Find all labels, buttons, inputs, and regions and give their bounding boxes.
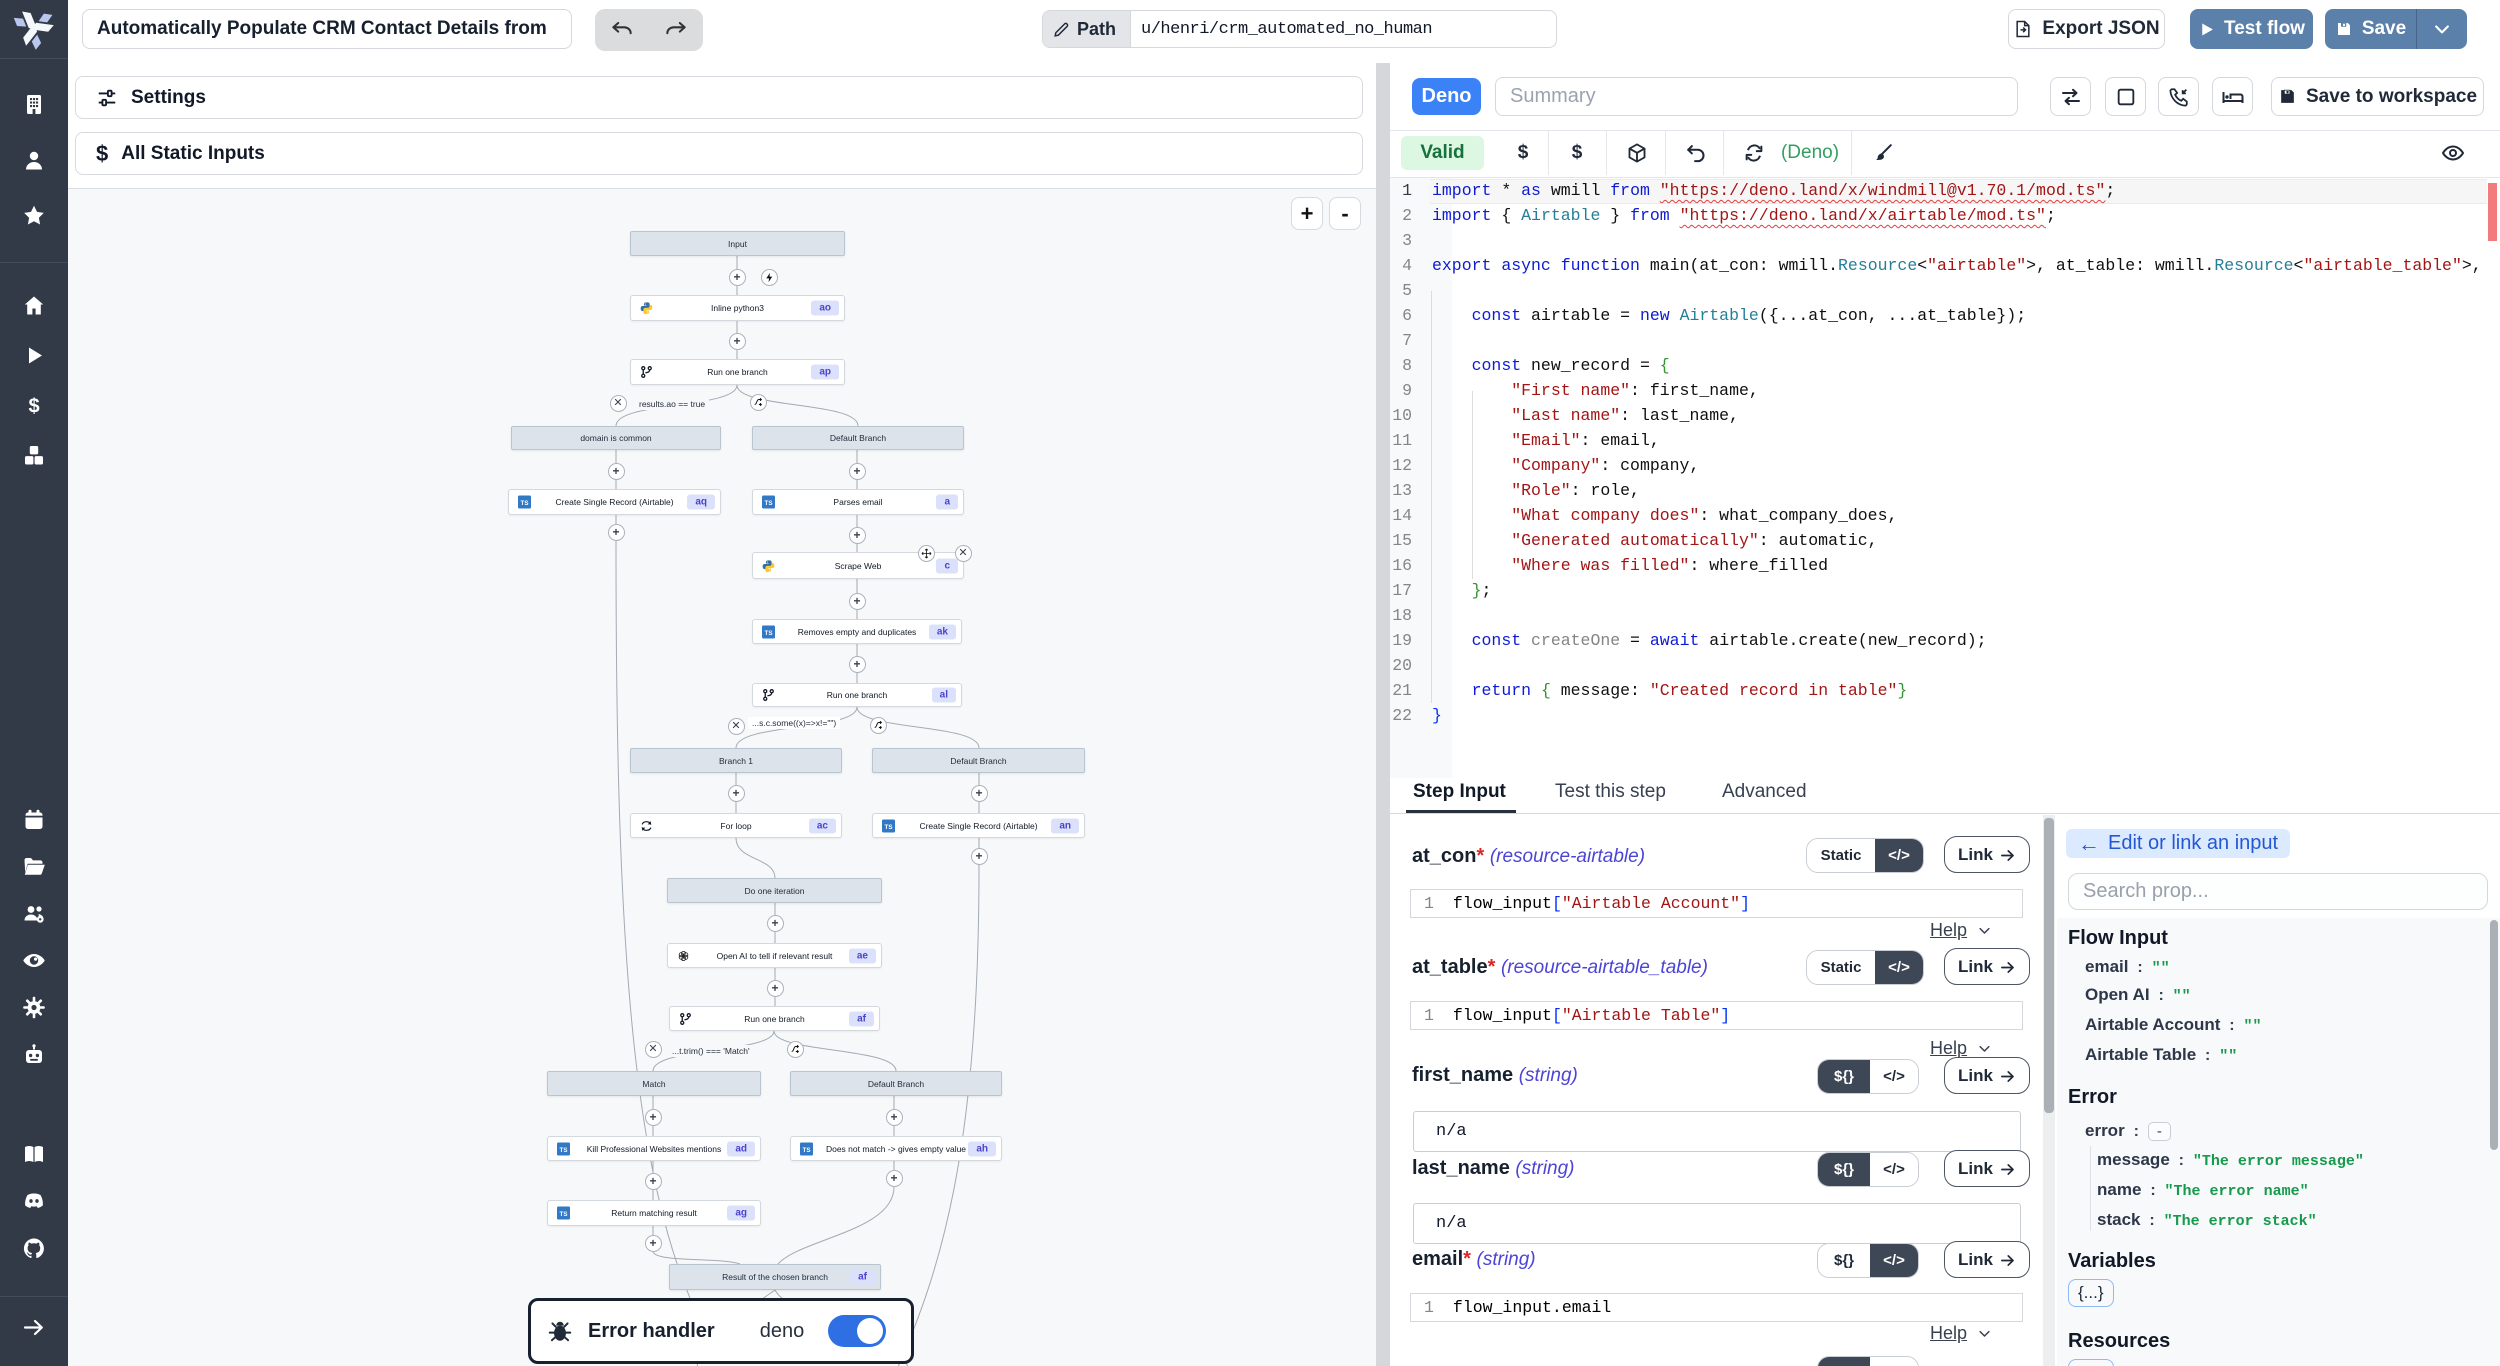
svg-text:$: $ xyxy=(28,396,39,418)
